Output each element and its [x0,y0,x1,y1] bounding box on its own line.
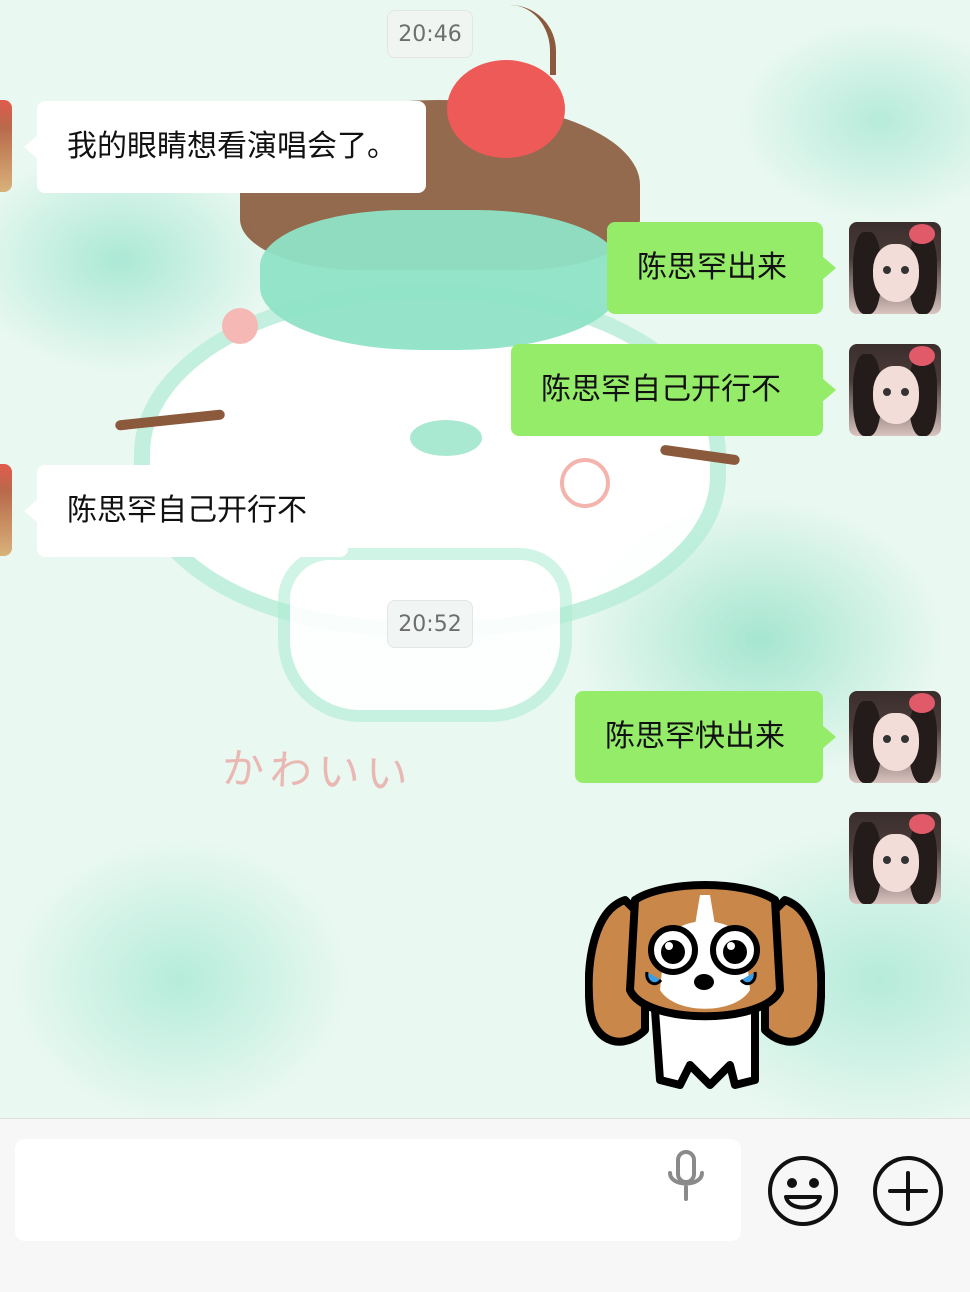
timestamp: 20:52 [387,600,473,648]
incoming-message-bubble[interactable]: 陈思罕自己开行不 [24,465,348,557]
input-bar [0,1118,970,1292]
outgoing-message-bubble[interactable]: 陈思罕出来 [607,222,836,314]
message-text: 陈思罕快出来 [605,719,785,754]
crying-puppy-sticker[interactable] [585,880,825,1090]
emoji-icon[interactable] [767,1155,839,1227]
plus-icon[interactable] [872,1155,944,1227]
message-text: 陈思罕自己开行不 [67,493,307,528]
message-text: 陈思罕自己开行不 [541,372,781,407]
my-avatar[interactable] [849,344,941,436]
my-avatar[interactable] [849,222,941,314]
wallpaper-text: かわいい [221,743,415,800]
contact-avatar[interactable] [0,100,12,192]
chat-area[interactable]: かわいい 20:46 我的眼睛想看演唱会了。 陈思罕出来 陈思罕自己开行不 陈思… [0,0,970,1118]
my-avatar[interactable] [849,691,941,783]
message-text: 我的眼睛想看演唱会了。 [67,129,397,164]
outgoing-message-bubble[interactable]: 陈思罕快出来 [575,691,836,783]
incoming-message-bubble[interactable]: 我的眼睛想看演唱会了。 [24,101,426,193]
my-avatar[interactable] [849,812,941,904]
microphone-icon[interactable] [664,1149,708,1203]
message-input[interactable] [15,1139,741,1241]
contact-avatar[interactable] [0,464,12,556]
outgoing-message-bubble[interactable]: 陈思罕自己开行不 [511,344,836,436]
message-text: 陈思罕出来 [637,250,787,285]
timestamp: 20:46 [387,10,473,58]
